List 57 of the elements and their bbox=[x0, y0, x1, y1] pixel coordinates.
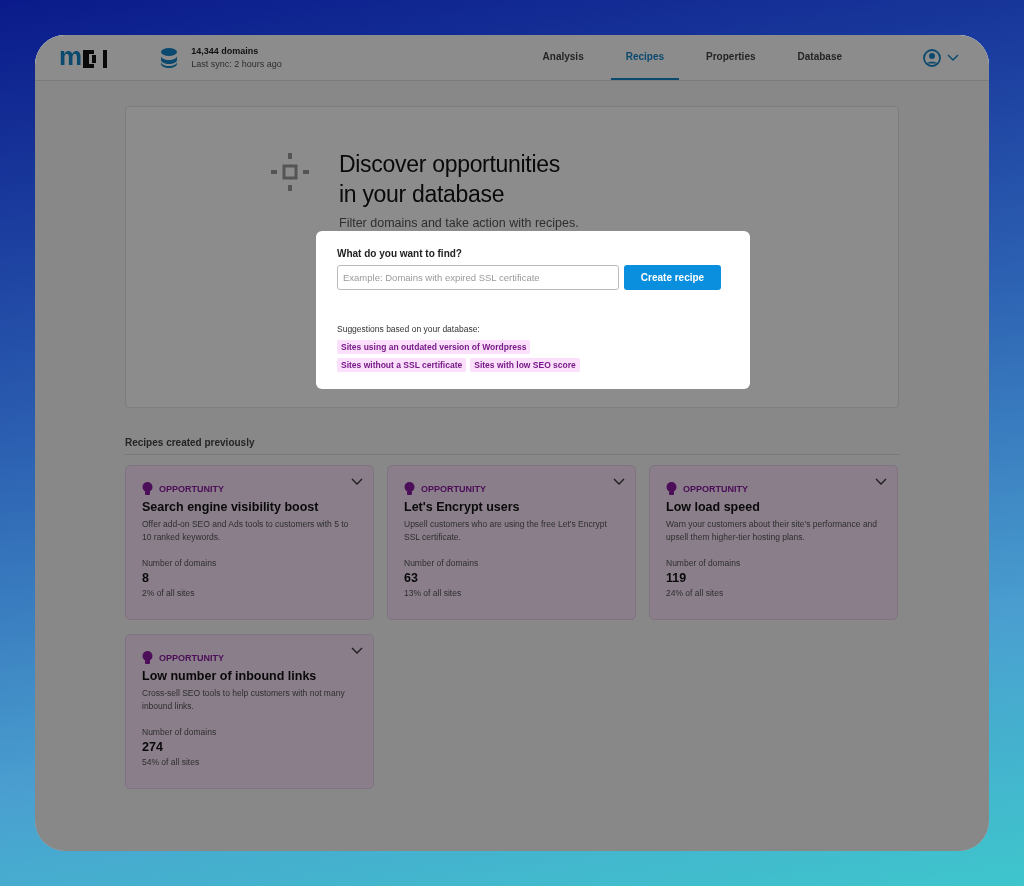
count-label: Number of domains bbox=[404, 558, 480, 568]
domain-count-value: 119 bbox=[666, 571, 688, 585]
crosshair-icon bbox=[271, 153, 309, 191]
logo-text: m bbox=[59, 42, 83, 69]
last-sync-text: Last sync: 2 hours ago bbox=[191, 59, 282, 69]
card-title: Let's Encrypt users bbox=[404, 500, 521, 514]
chevron-down-icon[interactable] bbox=[351, 647, 363, 655]
recipe-card[interactable]: OPPORTUNITY Low load speed Warn your customers about their site's performance and upsell them higher-tier hosting plans. Number of domains 119 24% of all sites bbox=[649, 465, 898, 620]
nav-tab[interactable]: Database bbox=[782, 35, 857, 80]
hero-title: Discover opportunities in your database bbox=[339, 150, 561, 209]
suggestion-chip[interactable]: Sites with low SEO score bbox=[470, 358, 580, 372]
dialog-label: What do you want to find? bbox=[337, 248, 463, 259]
category-label: OPPORTUNITY bbox=[683, 483, 748, 494]
domain-count: 14,344 domains bbox=[191, 46, 260, 56]
domain-count-value: 8 bbox=[142, 571, 150, 585]
card-description: Cross-sell SEO tools to help customers with not many inbound links. bbox=[142, 687, 346, 713]
count-label: Number of domains bbox=[142, 727, 218, 737]
chevron-down-icon[interactable] bbox=[947, 53, 959, 62]
recipe-card[interactable]: OPPORTUNITY Low number of inbound links Cross-sell SEO tools to help customers with not many inbound links. Number of domains 274 54% of all sites bbox=[125, 634, 374, 789]
chevron-down-icon[interactable] bbox=[351, 478, 363, 486]
share-text: 54% of all sites bbox=[142, 757, 201, 767]
share-text: 24% of all sites bbox=[666, 588, 725, 598]
card-title: Search engine visibility boost bbox=[142, 500, 320, 514]
domain-count-value: 274 bbox=[142, 740, 164, 754]
database-icon bbox=[161, 47, 178, 68]
section-heading: Recipes created previously bbox=[125, 437, 899, 455]
nav-tab[interactable]: Properties bbox=[691, 35, 771, 80]
card-description: Upsell customers who are using the free Let's Encrypt SSL certificate. bbox=[404, 518, 608, 544]
card-description: Warn your customers about their site's performance and upsell them higher-tier hosting plans. bbox=[666, 518, 879, 544]
card-title: Low number of inbound links bbox=[142, 669, 318, 683]
suggestion-chip[interactable]: Sites using an outdated version of Wordpress bbox=[337, 340, 531, 354]
recipe-card[interactable]: OPPORTUNITY Search engine visibility boost Offer add-on SEO and Ads tools to customers with 5 to 10 ranked keywords. Number of domains 8 2% of all sites bbox=[125, 465, 374, 620]
lightbulb-icon bbox=[142, 651, 153, 664]
count-label: Number of domains bbox=[666, 558, 742, 568]
category-label: OPPORTUNITY bbox=[421, 483, 486, 494]
hero-subtitle: Filter domains and take action with recipes. bbox=[339, 216, 579, 230]
nav-tab[interactable]: Analysis bbox=[527, 35, 599, 80]
count-label: Number of domains bbox=[142, 558, 218, 568]
category-label: OPPORTUNITY bbox=[159, 652, 224, 663]
share-text: 2% of all sites bbox=[142, 588, 196, 598]
nav-tab[interactable]: Recipes bbox=[610, 35, 680, 80]
category-label: OPPORTUNITY bbox=[159, 483, 224, 494]
card-description: Offer add-on SEO and Ads tools to customers with 5 to 10 ranked keywords. bbox=[142, 518, 350, 544]
user-icon[interactable] bbox=[923, 48, 941, 67]
card-title: Low load speed bbox=[666, 500, 761, 514]
search-field[interactable]: Example: Domains with expired SSL certificate bbox=[337, 265, 619, 290]
domain-count-value: 63 bbox=[404, 571, 419, 585]
chevron-down-icon[interactable] bbox=[613, 478, 625, 486]
share-text: 13% of all sites bbox=[404, 588, 463, 598]
create-recipe-button[interactable]: Create recipe bbox=[624, 265, 721, 290]
lightbulb-icon bbox=[404, 482, 415, 495]
chevron-down-icon[interactable] bbox=[875, 478, 887, 486]
recipe-card[interactable]: OPPORTUNITY Let's Encrypt users Upsell customers who are using the free Let's Encrypt SSL certificate. Number of domains 63 13% of all sites bbox=[387, 465, 636, 620]
suggestion-chip[interactable]: Sites without a SSL certificate bbox=[337, 358, 467, 372]
lightbulb-icon bbox=[142, 482, 153, 495]
suggestions-label: Suggestions based on your database: bbox=[337, 324, 481, 334]
lightbulb-icon bbox=[666, 482, 677, 495]
